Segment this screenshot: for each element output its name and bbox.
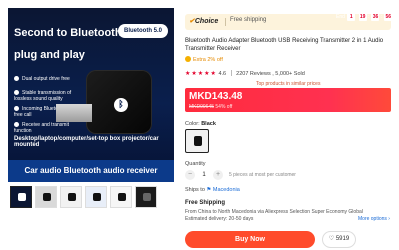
- countdown-hours: 19: [358, 13, 367, 21]
- countdown-seconds: 56: [384, 13, 393, 21]
- heart-icon: ♡: [328, 236, 335, 242]
- quantity-decrease-button[interactable]: −: [185, 170, 195, 180]
- product-main-image[interactable]: Second to Bluetooth Bluetooth 5.0 plug a…: [8, 8, 174, 182]
- hero-feature: Dual output drive free: [14, 76, 86, 82]
- quantity-value[interactable]: 1: [199, 172, 209, 178]
- top-products-link[interactable]: Top products in similar prices: [256, 81, 320, 87]
- rating-value: 4.6: [218, 71, 227, 77]
- color-swatch-black[interactable]: [185, 129, 209, 153]
- hero-feature: Stable transmission of lossless sound qu…: [14, 90, 72, 102]
- shipping-detail: From China to North Macedonia via Aliexp…: [185, 209, 363, 215]
- quantity-stepper: − 1 + 5 pieces at most per customer: [185, 170, 296, 180]
- thumbnail-5[interactable]: [110, 186, 132, 208]
- more-shipping-options[interactable]: More options ›: [358, 216, 390, 222]
- countdown-timer: End 1 19: 36: 56: [336, 13, 393, 21]
- free-shipping-label: Free shipping: [230, 17, 267, 23]
- hero-headline: Second to Bluetooth: [14, 27, 122, 39]
- price-box: MKD143.48 MKD99645 54% off: [185, 88, 391, 112]
- thumbnail-1[interactable]: [10, 186, 32, 208]
- current-price: MKD143.48: [189, 91, 243, 102]
- thumbnail-strip: [10, 186, 157, 208]
- divider: [225, 18, 226, 26]
- countdown-days: 1: [347, 13, 356, 21]
- buy-now-button[interactable]: Buy Now: [185, 231, 315, 248]
- reviews-link[interactable]: 2207 Reviews: [236, 71, 271, 77]
- hero-subheadline: plug and play: [14, 49, 85, 61]
- choice-label: ✔Choice: [189, 18, 219, 25]
- thumbnail-2[interactable]: [35, 186, 57, 208]
- product-title: Bluetooth Audio Adapter Bluetooth USB Re…: [185, 38, 384, 52]
- quantity-limit-note: 5 pieces at most per customer: [229, 172, 296, 178]
- thumbnail-6[interactable]: [135, 186, 157, 208]
- superdeals-label: SuperDeals: [340, 2, 379, 9]
- shipping-title: Free Shipping: [185, 200, 226, 206]
- hero-badge: Bluetooth 5.0: [118, 24, 169, 38]
- thumbnail-3[interactable]: [60, 186, 82, 208]
- divider: [230, 70, 232, 76]
- rating-row: ★★★★★ 4.6 2207 Reviews , 5,000+ Sold: [185, 70, 305, 77]
- delivery-estimate: Estimated delivery: 20-50 days: [185, 216, 254, 222]
- sold-count: 5,000+ Sold: [275, 71, 305, 77]
- usb-plug: [56, 104, 92, 122]
- hero-banner: Car audio Bluetooth audio receiver: [8, 160, 174, 182]
- hero-use-case: Desktop/laptop/computer/set-top box proj…: [14, 136, 159, 148]
- ship-location-link[interactable]: ⚑ Macedonia: [206, 187, 239, 193]
- quantity-label: Quantity: [185, 161, 206, 167]
- quantity-increase-button[interactable]: +: [213, 170, 223, 180]
- ships-to: Ships to ⚑ Macedonia: [185, 187, 240, 193]
- thumbnail-4[interactable]: [85, 186, 107, 208]
- original-price: MKD99645 54% off: [189, 104, 233, 110]
- bluetooth-adapter-image: ᛒ: [56, 70, 152, 134]
- hero-feature: Receive and transmit function: [14, 122, 69, 134]
- color-label: Color: Black: [185, 121, 216, 127]
- star-rating-icon: ★★★★★: [185, 71, 217, 77]
- extra-discount[interactable]: Extra 2% off: [185, 56, 223, 63]
- coin-icon: [185, 56, 191, 62]
- bluetooth-icon: ᛒ: [114, 98, 128, 112]
- countdown-minutes: 36: [371, 13, 380, 21]
- wishlist-button[interactable]: ♡ 5919: [322, 231, 356, 248]
- discount-percent: 54% off: [215, 104, 233, 110]
